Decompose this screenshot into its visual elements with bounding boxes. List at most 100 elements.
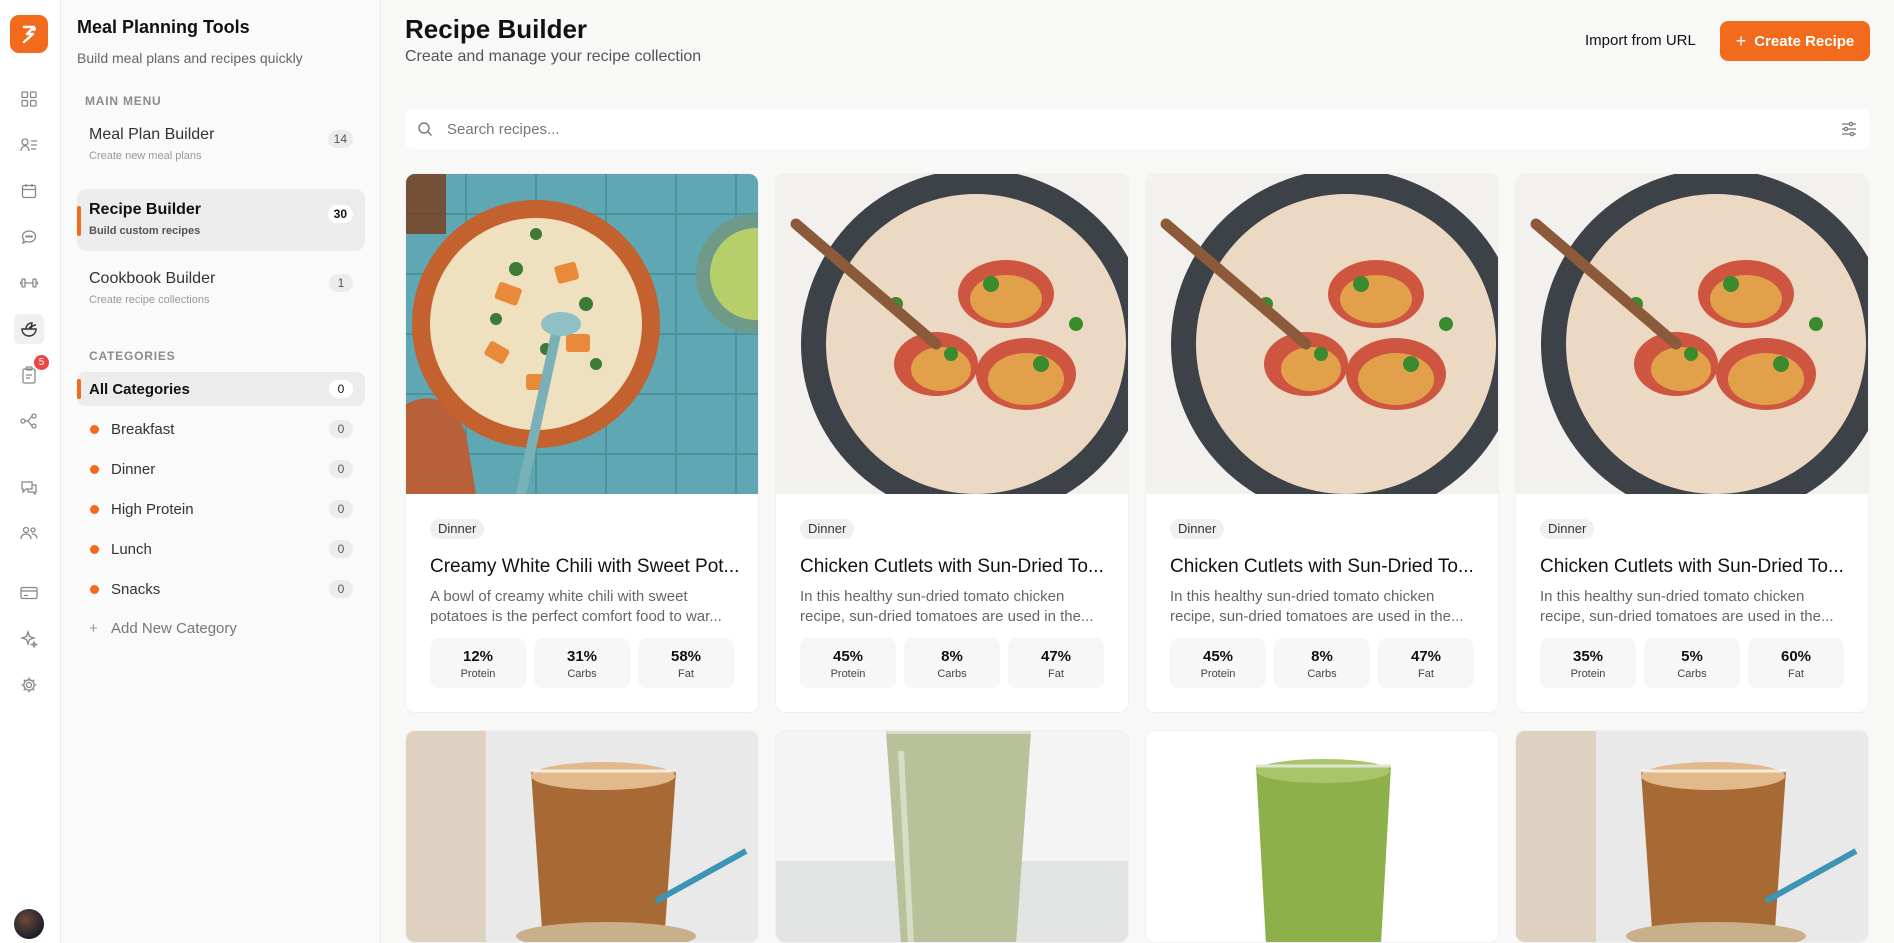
recipe-description: A bowl of creamy white chili with sweet … — [430, 588, 722, 625]
nav-meal-plan-builder[interactable]: Meal Plan Builder Create new meal plans … — [77, 114, 365, 176]
recipe-card[interactable]: Dinner Chicken Cutlets with Sun-Dried To… — [1515, 173, 1869, 713]
category-dinner[interactable]: Dinner 0 — [77, 452, 365, 486]
category-count: 0 — [329, 380, 353, 398]
workflow-icon[interactable] — [18, 410, 40, 432]
salad-bowl-icon[interactable] — [14, 314, 44, 344]
nav-description: Build custom recipes — [89, 225, 201, 237]
credit-card-icon[interactable] — [18, 582, 40, 604]
search-bar — [405, 109, 1870, 149]
create-recipe-button[interactable]: + Create Recipe — [1720, 21, 1870, 61]
category-label: Snacks — [111, 581, 161, 598]
macro-label: Carbs — [937, 668, 967, 680]
macro-value: 47% — [1410, 648, 1442, 665]
main-content: Recipe Builder Create and manage your re… — [381, 0, 1894, 943]
notification-badge: 5 — [34, 355, 49, 370]
macro-label: Fat — [1418, 668, 1434, 680]
categories-heading: CATEGORIES — [89, 349, 176, 363]
recipe-card[interactable]: Dinner Chicken Cutlets with Sun-Dried To… — [775, 173, 1129, 713]
sparkle-icon[interactable] — [18, 628, 40, 650]
category-count: 0 — [329, 420, 353, 438]
macro-label: Fat — [1048, 668, 1064, 680]
dumbbell-icon[interactable] — [18, 272, 40, 294]
app-logo[interactable] — [10, 15, 48, 53]
recipe-image — [1146, 174, 1498, 494]
search-input[interactable] — [447, 119, 1807, 139]
recipe-card[interactable] — [1515, 730, 1869, 943]
recipe-card[interactable]: Dinner Creamy White Chili with Sweet Pot… — [405, 173, 759, 713]
macro-value: 60% — [1780, 648, 1812, 665]
category-breakfast[interactable]: Breakfast 0 — [77, 412, 365, 446]
macro-value: 12% — [462, 648, 494, 665]
category-dot — [90, 465, 99, 474]
page-title: Recipe Builder — [405, 14, 588, 44]
plus-icon: + — [1735, 30, 1747, 51]
add-category-button[interactable]: + Add New Category — [89, 620, 237, 637]
recipe-title: Creamy White Chili with Sweet Pot... — [430, 556, 740, 577]
create-recipe-label: Create Recipe — [1754, 32, 1855, 50]
settings-icon[interactable] — [18, 674, 40, 696]
macro-protein: 35% Protein — [1540, 638, 1636, 688]
macro-carbs: 5% Carbs — [1644, 638, 1740, 688]
macro-fat: 47% Fat — [1008, 638, 1104, 688]
filter-sliders-icon[interactable] — [1840, 120, 1858, 138]
category-snacks[interactable]: Snacks 0 — [77, 572, 365, 606]
recipe-image — [406, 174, 758, 494]
category-dot — [90, 505, 99, 514]
nav-count: 30 — [327, 205, 353, 223]
macro-label: Carbs — [567, 668, 597, 680]
recipe-image — [1516, 174, 1868, 494]
category-badge: Dinner — [430, 519, 485, 539]
page-subtitle: Create and manage your recipe collection — [405, 48, 702, 65]
category-lunch[interactable]: Lunch 0 — [77, 532, 365, 566]
messages-icon[interactable] — [18, 476, 40, 498]
macro-value: 35% — [1572, 648, 1604, 665]
recipe-card[interactable]: Dinner Chicken Cutlets with Sun-Dried To… — [1145, 173, 1499, 713]
recipe-image — [776, 174, 1128, 494]
macro-value: 45% — [1202, 648, 1234, 665]
team-icon[interactable] — [18, 522, 40, 544]
category-label: Breakfast — [111, 421, 175, 438]
users-list-icon[interactable] — [18, 134, 40, 156]
user-avatar[interactable] — [14, 909, 44, 939]
nav-cookbook-builder[interactable]: Cookbook Builder Create recipe collectio… — [77, 258, 365, 320]
runner-logo-icon — [22, 25, 36, 44]
category-dot — [90, 545, 99, 554]
category-high-protein[interactable]: High Protein 0 — [77, 492, 365, 526]
macro-summary: 35% Protein 5% Carbs 60% Fat — [1540, 638, 1844, 688]
category-label: Lunch — [111, 541, 152, 558]
sidebar-subtitle: Build meal plans and recipes quickly — [77, 50, 303, 66]
nav-description: Create recipe collections — [89, 294, 210, 306]
recipe-card[interactable] — [775, 730, 1129, 943]
recipe-card[interactable] — [405, 730, 759, 943]
grid-icon[interactable] — [18, 88, 40, 110]
category-badge: Dinner — [800, 519, 855, 539]
macro-carbs: 8% Carbs — [904, 638, 1000, 688]
macro-label: Protein — [460, 668, 496, 680]
sidebar: Meal Planning Tools Build meal plans and… — [61, 0, 381, 943]
nav-label: Meal Plan Builder — [89, 126, 215, 143]
macro-fat: 47% Fat — [1378, 638, 1474, 688]
macro-label: Fat — [1788, 668, 1804, 680]
macro-carbs: 8% Carbs — [1274, 638, 1370, 688]
import-from-url-button[interactable]: Import from URL — [1577, 22, 1704, 60]
chat-bubble-icon[interactable] — [18, 226, 40, 248]
category-count: 0 — [329, 540, 353, 558]
macro-value: 8% — [941, 648, 963, 665]
calendar-icon[interactable] — [18, 180, 40, 202]
recipe-title: Chicken Cutlets with Sun-Dried To... — [1540, 556, 1844, 577]
recipe-title: Chicken Cutlets with Sun-Dried To... — [1170, 556, 1474, 577]
category-count: 0 — [329, 460, 353, 478]
category-count: 0 — [329, 500, 353, 518]
macro-summary: 12% Protein 31% Carbs 58% Fat — [430, 638, 734, 688]
recipe-description: In this healthy sun-dried tomato chicken… — [1170, 588, 1464, 625]
category-label: High Protein — [111, 501, 194, 518]
search-icon — [418, 122, 432, 136]
recipe-card[interactable] — [1145, 730, 1499, 943]
nav-recipe-builder[interactable]: Recipe Builder Build custom recipes 30 — [77, 189, 365, 251]
recipe-title: Chicken Cutlets with Sun-Dried To... — [800, 556, 1104, 577]
recipe-image — [1146, 731, 1498, 942]
category-all[interactable]: All Categories 0 — [77, 372, 365, 406]
macro-label: Carbs — [1677, 668, 1707, 680]
recipe-image — [776, 731, 1128, 942]
category-label: All Categories — [89, 381, 190, 398]
